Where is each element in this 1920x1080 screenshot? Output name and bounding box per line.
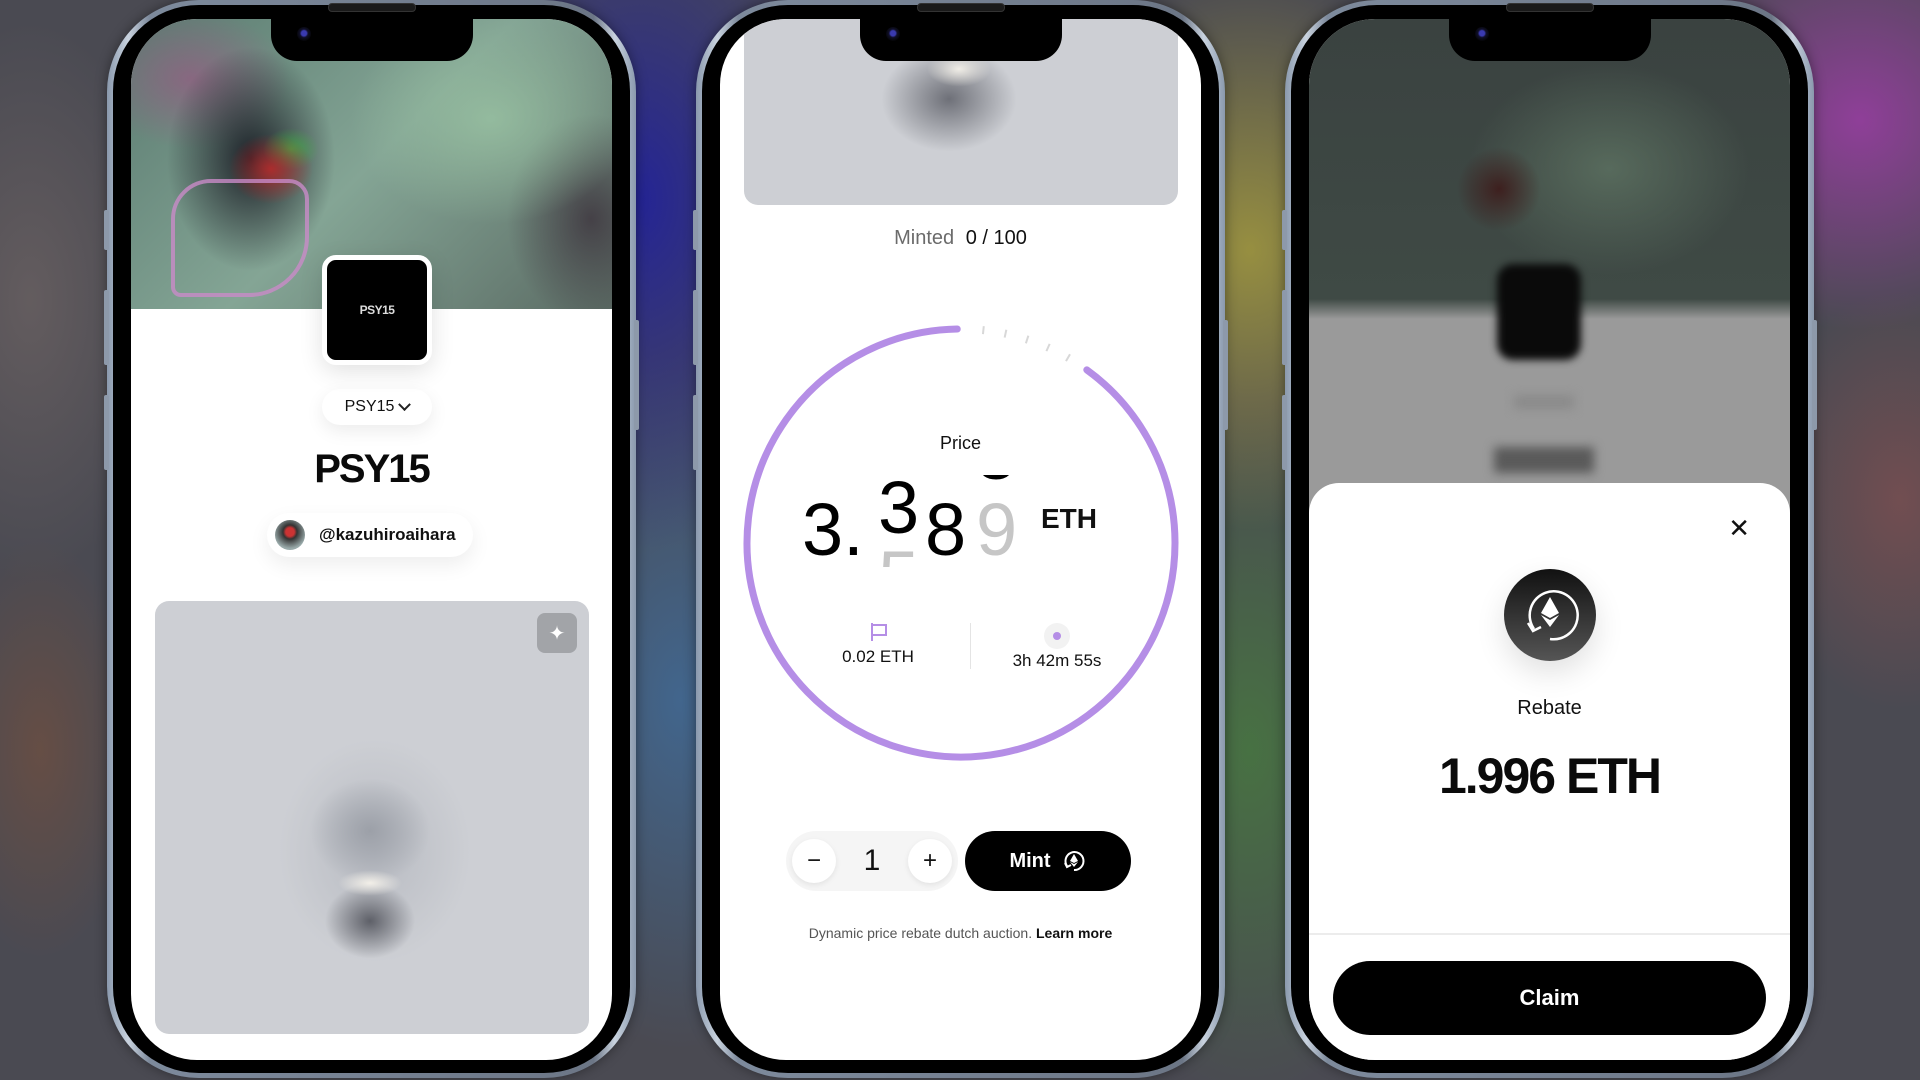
footnote-text: Dynamic price rebate dutch auction. [808,925,1033,941]
minted-label: Minted [894,227,955,249]
mint-button-label: Mint [1009,849,1051,872]
phone-mint-auction: Minted 0 / 100 Price 3. 3 5 8 6 5 9 ETH [693,0,1228,1078]
rebate-label: Rebate [1517,697,1582,719]
price-digit-roller-1: 3 5 [878,475,922,567]
chevron-down-icon [398,397,412,411]
speaker [327,3,416,12]
time-remaining-stat: 3h 42m 55s [982,623,1132,671]
blurred-title [1494,447,1594,473]
camera [885,27,900,41]
remaining-tick [981,326,985,335]
quantity-value[interactable]: 1 [864,844,881,878]
timer-dot-icon [1044,623,1070,649]
screen: Minted 0 / 100 Price 3. 3 5 8 6 5 9 ETH [720,19,1201,1060]
remaining-ticks [981,326,1071,362]
claim-button[interactable]: Claim [1333,961,1766,1035]
learn-more-link[interactable]: Learn more [1036,925,1112,941]
collection-title: PSY15 [314,447,431,491]
floor-price-stat: 0.02 ETH [828,623,928,667]
speaker [916,3,1005,12]
sparkle-button[interactable]: ✦ [537,613,577,653]
increment-button[interactable]: + [908,839,952,883]
camera [296,27,311,41]
floor-price-value: 0.02 ETH [842,647,914,666]
mute-switch [104,210,109,250]
price-digit-roller-2: 8 6 [925,475,971,568]
decrement-button[interactable]: − [792,839,836,883]
creator-chip[interactable]: @kazuhiroaihara [267,513,473,557]
volume-down-button [693,395,698,470]
remaining-tick [1024,335,1030,344]
price-digit: 3 [878,475,920,549]
eth-rebate-icon [1526,590,1579,641]
minted-count: Minted 0 / 100 [720,227,1201,250]
time-remaining-value: 3h 42m 55s [1012,651,1102,670]
volume-up-button [104,290,109,365]
price-digit: 9 [976,488,1018,567]
price-digit-next: 6 [925,563,966,568]
avatar [275,520,305,550]
phone-collection-profile: PSY15 PSY15 PSY15 @kazuhiroaihara ✦ [104,0,639,1078]
close-button[interactable]: ✕ [1728,513,1750,544]
collection-logo-text: PSY15 [359,303,395,317]
rebate-sheet: ✕ Rebate 1.996 ETH Claim [1309,483,1790,1060]
notch [270,19,473,61]
mint-button[interactable]: Mint [965,831,1131,891]
price-unit: ETH [1041,503,1097,534]
notch [1448,19,1651,61]
camera [1474,27,1489,41]
volume-down-button [104,395,109,470]
price-digit-next: 5 [878,541,919,568]
price-whole: 3. [802,488,864,571]
collection-logo: PSY15 [322,255,432,365]
collection-selector[interactable]: PSY15 [322,389,432,425]
power-button [634,320,639,430]
power-button [1223,320,1228,430]
screen: ✕ Rebate 1.996 ETH Claim [1309,19,1790,1060]
speaker [1505,3,1594,12]
flag-icon [869,623,887,641]
volume-down-button [1282,395,1287,470]
volume-up-button [693,290,698,365]
price-value: 3. 3 5 8 6 5 9 [720,475,1201,575]
rebate-amount: 1.996 ETH [1438,748,1662,804]
remaining-tick [1003,329,1008,338]
eth-rebate-icon [1063,851,1085,872]
collection-selector-label: PSY15 [344,398,395,415]
power-button [1812,320,1817,430]
quantity-stepper: − 1 + [786,831,958,891]
sheet-divider [1309,933,1790,935]
auction-footnote: Dynamic price rebate dutch auction. Lear… [720,925,1201,941]
notch [859,19,1062,61]
remaining-tick [1065,353,1071,362]
minted-value: 0 / 100 [965,227,1027,249]
mute-switch [693,210,698,250]
stat-divider [970,623,971,669]
phone-rebate-sheet: ✕ Rebate 1.996 ETH Claim [1282,0,1817,1078]
price-digit: 8 [925,488,967,567]
artwork-image[interactable]: ✦ [155,601,589,1034]
mute-switch [1282,210,1287,250]
price-digit-roller-3: 5 9 [976,475,1022,567]
screen: PSY15 PSY15 PSY15 @kazuhiroaihara ✦ [131,19,612,1060]
remaining-tick [1045,343,1051,352]
sparkle-icon: ✦ [548,622,566,645]
blurred-collection-logo [1497,264,1581,360]
rebate-icon [1504,569,1596,661]
banner-art-detail [171,179,309,297]
blurred-selector [1514,395,1574,409]
price-label: Price [939,433,981,453]
creator-handle: @kazuhiroaihara [319,525,456,544]
volume-up-button [1282,290,1287,365]
